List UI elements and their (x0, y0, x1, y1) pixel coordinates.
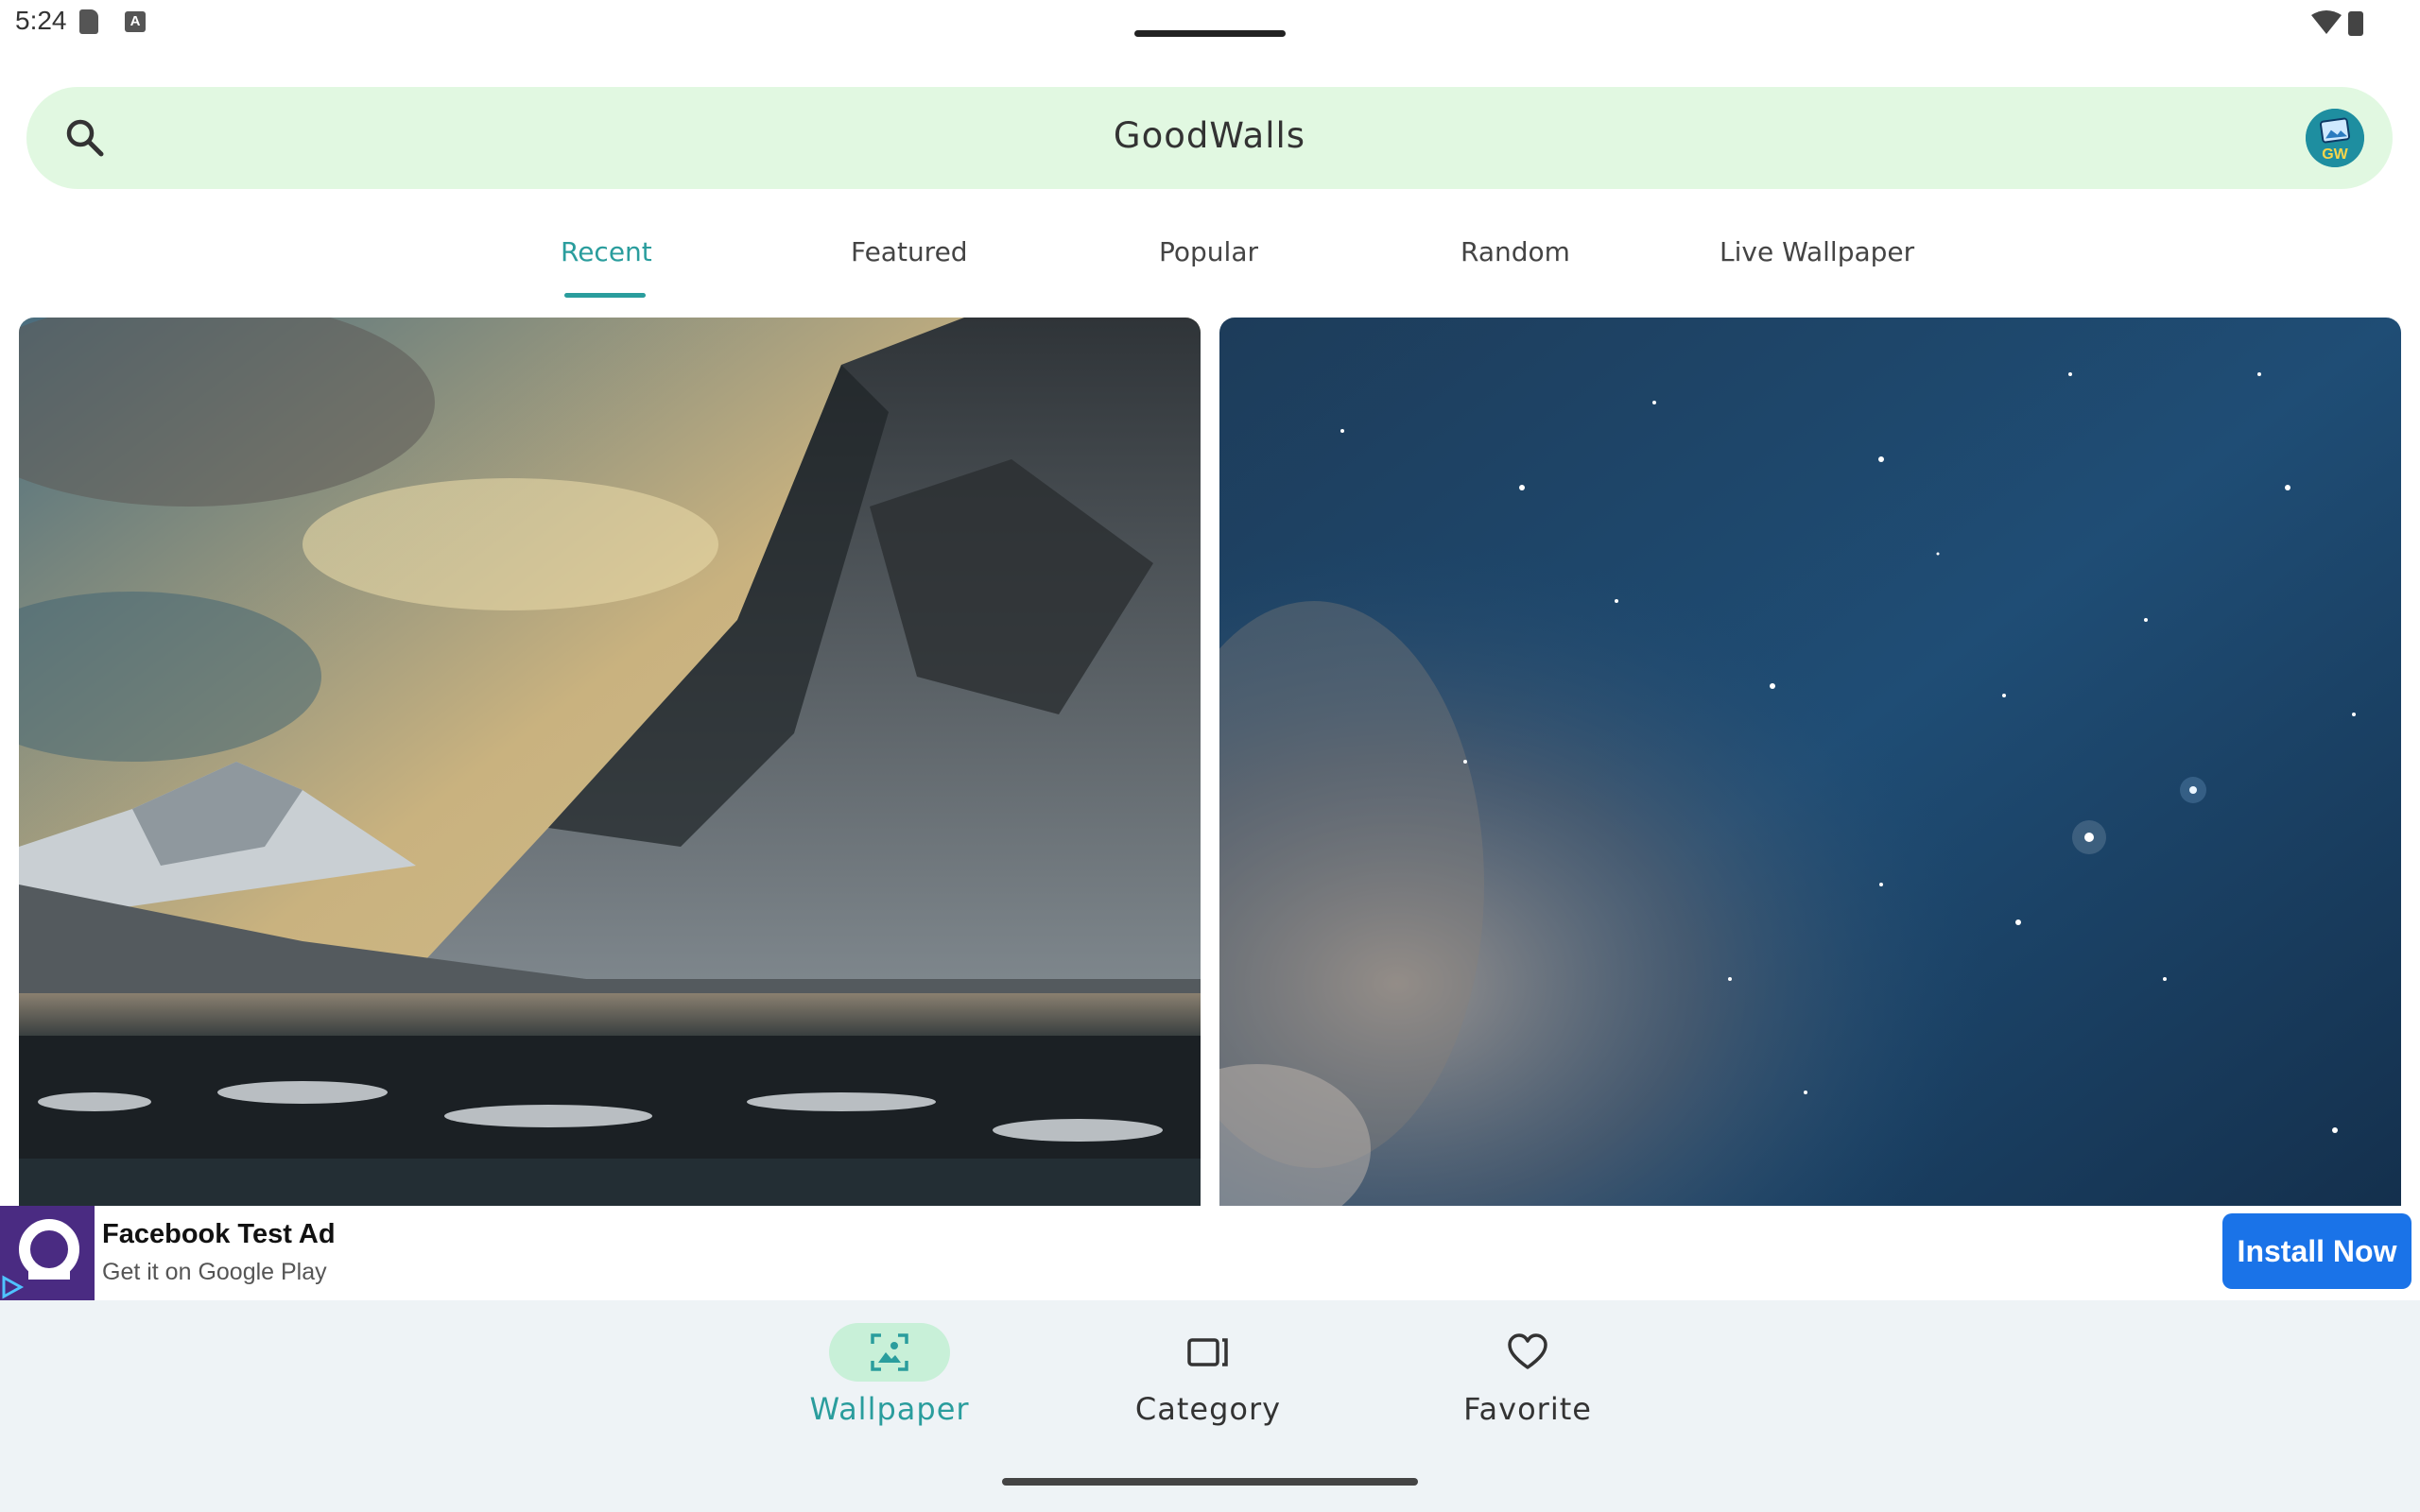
status-bar: 5:24 A (0, 0, 2420, 47)
wifi-icon (2311, 10, 2342, 34)
keyboard-a-icon: A (125, 11, 146, 32)
search-bar[interactable]: GoodWalls GW (26, 87, 2393, 189)
tab-popular[interactable]: Popular (1159, 236, 1258, 267)
tab-live-wallpaper[interactable]: Live Wallpaper (1720, 236, 1914, 267)
tab-indicator (564, 293, 646, 298)
sd-card-icon (79, 9, 98, 34)
bottom-navigation: Wallpaper Category Favorite (0, 1300, 2420, 1512)
status-time: 5:24 (15, 6, 67, 35)
heart-icon (1508, 1333, 1547, 1369)
battery-icon (2348, 11, 2363, 36)
nav-favorite-pill (1467, 1323, 1588, 1382)
wallpaper-card-mountain[interactable] (19, 318, 1201, 1206)
tab-bar: Recent Featured Popular Random Live Wall… (0, 217, 2420, 302)
install-now-button[interactable]: Install Now (2222, 1213, 2411, 1289)
ad-title: Facebook Test Ad (102, 1219, 336, 1249)
nav-category[interactable]: Category (1104, 1323, 1312, 1427)
home-gesture-bar[interactable] (1002, 1478, 1418, 1486)
app-title: GoodWalls (1113, 115, 1306, 156)
tab-featured[interactable]: Featured (851, 236, 968, 267)
wallpaper-icon (871, 1333, 908, 1371)
ad-banner[interactable]: Facebook Test Ad Get it on Google Play I… (0, 1206, 2420, 1300)
tab-random[interactable]: Random (1461, 236, 1570, 267)
ad-logo (0, 1206, 95, 1300)
starry-sky-image (1219, 318, 2401, 1206)
nav-category-label: Category (1134, 1391, 1282, 1427)
mountain-lake-image (19, 318, 1201, 1206)
nav-favorite-label: Favorite (1463, 1391, 1592, 1427)
category-icon (1187, 1338, 1228, 1366)
ad-subtitle: Get it on Google Play (102, 1259, 327, 1285)
app-logo-icon: GW (2306, 109, 2364, 167)
nav-wallpaper[interactable]: Wallpaper (786, 1323, 994, 1427)
app-logo-avatar[interactable]: GW (2306, 109, 2364, 167)
nav-favorite[interactable]: Favorite (1424, 1323, 1632, 1427)
top-drag-handle[interactable] (1134, 30, 1286, 37)
ad-app-icon (0, 1206, 95, 1300)
app-logo-text: GW (2322, 146, 2348, 163)
nav-category-pill (1148, 1323, 1269, 1382)
nav-wallpaper-label: Wallpaper (809, 1391, 970, 1427)
tab-recent[interactable]: Recent (561, 236, 652, 267)
nav-wallpaper-pill (829, 1323, 950, 1382)
wallpaper-card-stars[interactable] (1219, 318, 2401, 1206)
